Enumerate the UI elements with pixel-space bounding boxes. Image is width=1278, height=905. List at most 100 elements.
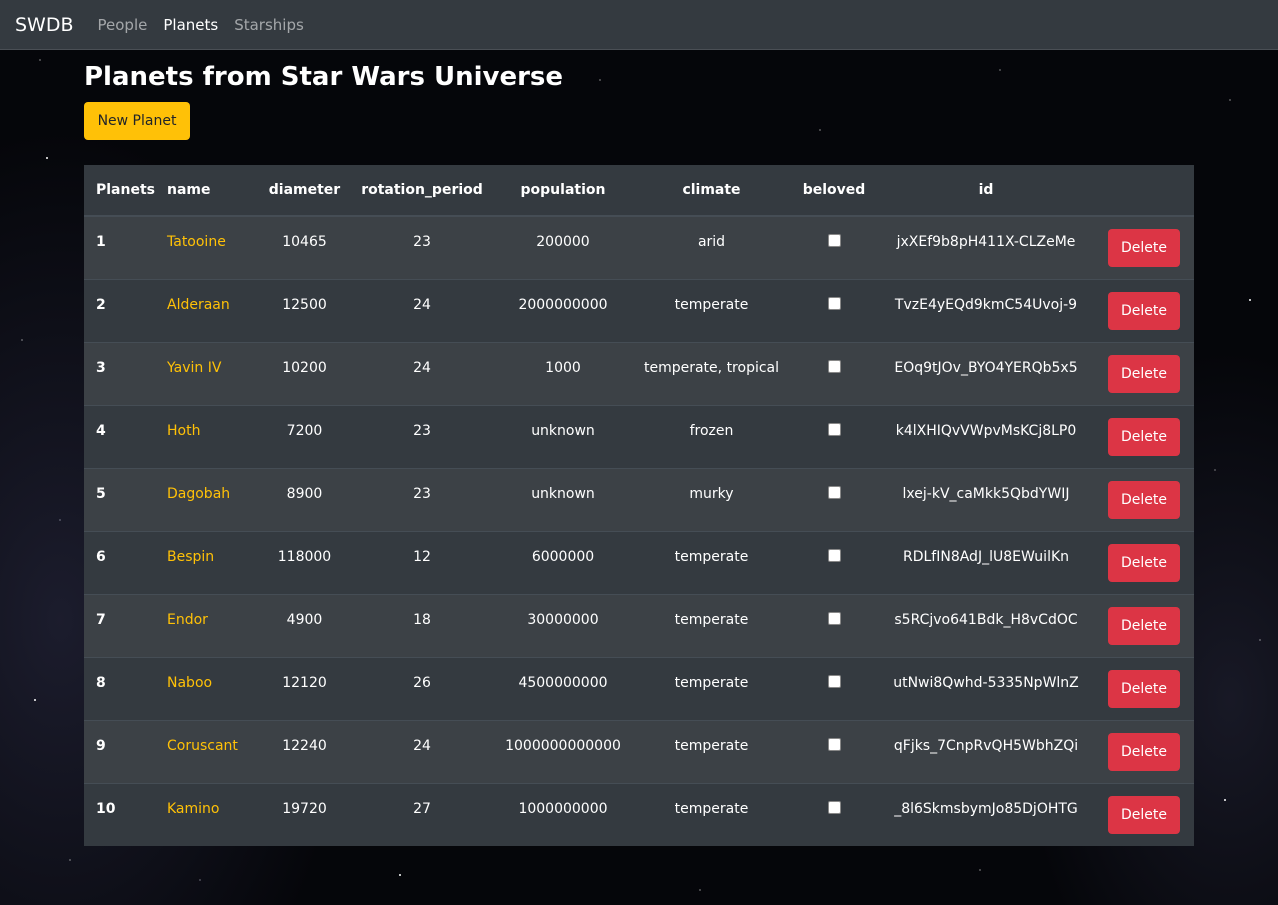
brand-logo[interactable]: SWDB [15,14,74,36]
planet-name-link[interactable]: Yavin IV [167,360,221,376]
beloved-cell [790,783,878,846]
rotation-period-cell: 12 [351,531,493,595]
planets-table: Planets name diameter rotation_period po… [84,165,1194,846]
delete-button[interactable]: Delete [1108,355,1180,393]
delete-button[interactable]: Delete [1108,481,1180,519]
row-index: 9 [84,720,163,784]
beloved-checkbox[interactable] [827,548,841,562]
diameter-value: 118000 [277,549,332,565]
diameter-cell: 4900 [258,594,351,658]
population-cell: 4500000000 [493,657,633,721]
table-row: 1 Tatooine 10465 23 200000 arid jxXEf9b8pH411X… [84,215,1194,280]
delete-button[interactable]: Delete [1108,796,1180,834]
planet-name-cell: Alderaan [163,279,258,343]
diameter-value: 7200 [286,423,323,439]
beloved-checkbox[interactable] [827,296,841,310]
planet-name-link[interactable]: Naboo [167,675,212,691]
actions-cell: Delete [1094,405,1194,469]
nav-link-starships[interactable]: Starships [234,16,304,34]
rotation-period-value: 18 [413,612,431,628]
planet-name-link[interactable]: Dagobah [167,486,230,502]
beloved-cell [790,594,878,658]
row-index-text: 8 [96,675,106,691]
beloved-checkbox[interactable] [827,359,841,373]
page-title: Planets from Star Wars Universe [84,62,564,92]
rotation-period-cell: 23 [351,468,493,532]
planet-name-cell: Coruscant [163,720,258,784]
row-index: 2 [84,279,163,343]
diameter-value: 12120 [282,675,327,691]
planets-table-container: Planets name diameter rotation_period po… [84,165,1194,846]
planet-name-link[interactable]: Coruscant [167,738,238,754]
climate-cell: arid [633,215,790,280]
population-cell: 30000000 [493,594,633,658]
population-value: 6000000 [531,549,595,565]
beloved-cell [790,468,878,532]
rotation-period-value: 12 [413,549,431,565]
delete-button[interactable]: Delete [1108,607,1180,645]
planet-name-link[interactable]: Bespin [167,549,214,565]
delete-button[interactable]: Delete [1108,544,1180,582]
rotation-period-cell: 24 [351,279,493,343]
beloved-cell [790,657,878,721]
beloved-checkbox[interactable] [827,422,841,436]
actions-cell: Delete [1094,783,1194,846]
id-cell: s5RCjvo641Bdk_H8vCdOC [878,594,1094,658]
row-index-text: 5 [96,486,106,502]
table-header-row: Planets name diameter rotation_period po… [84,165,1194,217]
planet-id-value: _8l6SkmsbymJo85DjOHTG [894,801,1078,817]
delete-button[interactable]: Delete [1108,229,1180,267]
population-cell: 6000000 [493,531,633,595]
nav-link-people[interactable]: People [98,16,148,34]
planet-id-value: utNwi8Qwhd-5335NpWlnZ [893,675,1079,691]
column-header-diameter: diameter [258,165,351,217]
top-navbar: SWDB People Planets Starships [0,0,1278,50]
delete-button[interactable]: Delete [1108,292,1180,330]
planet-name-cell: Yavin IV [163,342,258,406]
population-value: 1000 [545,360,581,376]
climate-cell: temperate [633,531,790,595]
rotation-period-value: 23 [413,423,431,439]
beloved-checkbox[interactable] [827,611,841,625]
row-index-text: 2 [96,297,106,313]
planet-name-cell: Naboo [163,657,258,721]
rotation-period-cell: 23 [351,405,493,469]
delete-button[interactable]: Delete [1108,418,1180,456]
planet-name-link[interactable]: Tatooine [167,234,226,250]
delete-button[interactable]: Delete [1108,670,1180,708]
beloved-checkbox[interactable] [827,233,841,247]
actions-cell: Delete [1094,215,1194,280]
new-planet-button[interactable]: New Planet [84,102,190,140]
diameter-cell: 19720 [258,783,351,846]
column-header-index: Planets [84,165,163,217]
climate-cell: temperate [633,657,790,721]
beloved-cell [790,215,878,280]
rotation-period-value: 24 [413,360,431,376]
planet-name-link[interactable]: Hoth [167,423,200,439]
rotation-period-value: 26 [413,675,431,691]
population-value: unknown [531,486,595,502]
row-index: 6 [84,531,163,595]
planet-name-link[interactable]: Kamino [167,801,219,817]
column-header-actions [1094,165,1194,217]
beloved-checkbox[interactable] [827,485,841,499]
row-index: 4 [84,405,163,469]
planet-name-link[interactable]: Endor [167,612,208,628]
beloved-checkbox[interactable] [827,737,841,751]
row-index-text: 9 [96,738,106,754]
diameter-cell: 12500 [258,279,351,343]
planet-name-link[interactable]: Alderaan [167,297,230,313]
delete-button[interactable]: Delete [1108,733,1180,771]
table-row: 6 Bespin 118000 12 6000000 temperate RDLfIN8Ad… [84,531,1194,595]
climate-value: temperate [674,612,749,628]
planet-id-value: s5RCjvo641Bdk_H8vCdOC [894,612,1078,628]
id-cell: EOq9tJOv_BYO4YERQb5x5 [878,342,1094,406]
column-header-name: name [163,165,258,217]
climate-cell: murky [633,468,790,532]
planet-id-value: jxXEf9b8pH411X-CLZeMe [896,234,1076,250]
column-header-rotation-period: rotation_period [351,165,493,217]
actions-cell: Delete [1094,468,1194,532]
beloved-checkbox[interactable] [827,800,841,814]
beloved-checkbox[interactable] [827,674,841,688]
nav-link-planets[interactable]: Planets [163,16,218,34]
